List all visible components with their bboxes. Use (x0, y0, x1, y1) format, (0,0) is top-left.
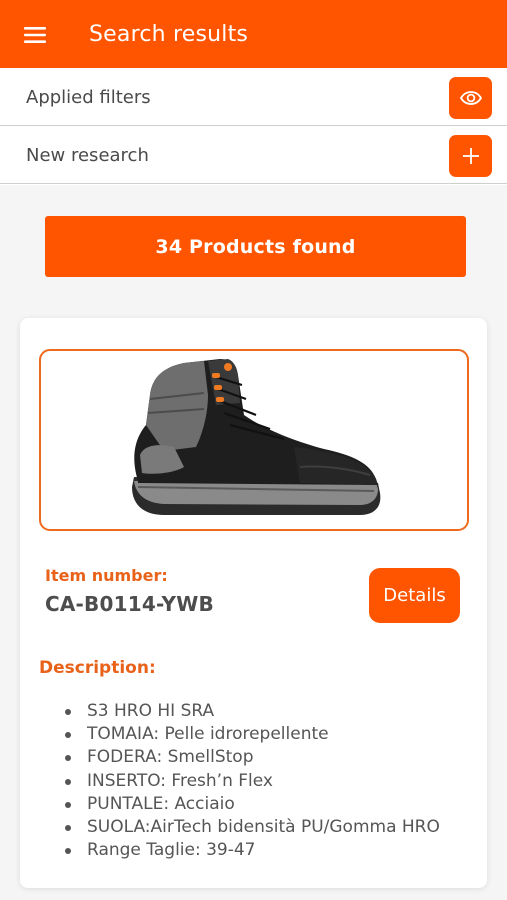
description-item: SUOLA:AirTech bidensità PU/Gomma HRO (65, 816, 440, 839)
product-card: Item number: CA-B0114-YWB Details Descri… (20, 318, 487, 888)
description-item: FODERA: SmellStop (65, 746, 440, 769)
product-image[interactable] (39, 349, 469, 531)
new-research-row[interactable]: New research (0, 127, 507, 184)
page-title: Search results (89, 22, 249, 47)
description-item-text: S3 HRO HI SRA (87, 701, 215, 721)
search-results-screen: Search results Applied filters New resea… (0, 0, 507, 900)
description-item-text: SUOLA:AirTech bidensità PU/Gomma HRO (87, 816, 440, 837)
eye-icon (459, 91, 482, 105)
menu-button[interactable] (18, 18, 52, 52)
description-item: INSERTO: Fresh’n Flex (65, 770, 440, 793)
bullet-icon (65, 801, 71, 808)
applied-filters-row[interactable]: Applied filters (0, 69, 507, 126)
bullet-icon (65, 732, 71, 739)
description-item: TOMAIA: Pelle idrorepellente (65, 723, 440, 746)
applied-filters-label: Applied filters (26, 87, 151, 108)
bullet-icon (65, 778, 71, 785)
description-item-text: PUNTALE: Acciaio (87, 793, 235, 814)
description-item-text: TOMAIA: Pelle idrorepellente (87, 724, 329, 745)
bullet-icon (65, 755, 71, 762)
description-item: Range Taglie: 39-47 (65, 839, 440, 862)
safety-boot-image (132, 359, 381, 515)
bullet-icon (65, 824, 71, 831)
bullet-icon (65, 848, 71, 855)
item-number-value: CA-B0114-YWB (45, 592, 214, 616)
plus-icon (462, 148, 479, 164)
products-found-banner[interactable]: 34 Products found (45, 216, 466, 277)
description-item: S3 HRO HI SRA (65, 700, 440, 723)
description-item-text: INSERTO: Fresh’n Flex (87, 770, 273, 791)
bullet-icon (65, 709, 71, 715)
item-number-label: Item number: (45, 566, 168, 585)
description-label: Description: (39, 658, 156, 678)
new-research-label: New research (26, 145, 149, 166)
hamburger-menu-icon (24, 27, 46, 43)
view-filters-button[interactable] (449, 77, 492, 119)
description-item-text: Range Taglie: 39-47 (87, 840, 256, 861)
description-item-text: FODERA: SmellStop (87, 747, 254, 768)
description-list: S3 HRO HI SRA TOMAIA: Pelle idrorepellen… (65, 700, 440, 862)
new-research-button[interactable] (449, 135, 492, 177)
details-button[interactable]: Details (369, 568, 460, 623)
app-bar: Search results (0, 0, 507, 68)
description-item: PUNTALE: Acciaio (65, 793, 440, 816)
